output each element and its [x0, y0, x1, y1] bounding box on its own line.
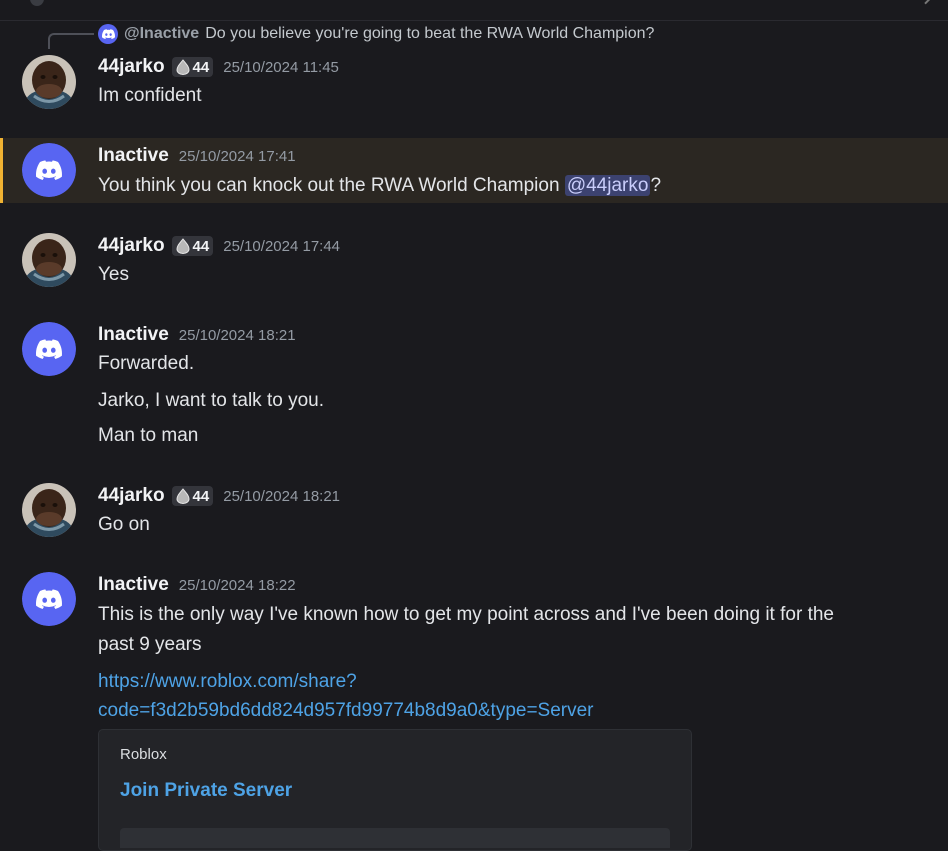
- avatar[interactable]: [22, 572, 76, 626]
- badge-text: 44: [192, 58, 210, 76]
- username[interactable]: Inactive: [98, 324, 169, 346]
- username[interactable]: Inactive: [98, 145, 169, 167]
- message-text-part: You think you can knock out the RWA Worl…: [98, 175, 565, 196]
- avatar[interactable]: [22, 55, 76, 109]
- embed-image-placeholder: [120, 828, 670, 848]
- avatar-partial-icon: [30, 0, 44, 6]
- discord-logo-icon: [22, 143, 76, 197]
- message-header: Inactive 25/10/2024 18:21: [98, 323, 296, 347]
- message-text: Go on: [98, 514, 150, 535]
- avatar[interactable]: [22, 483, 76, 537]
- timestamp[interactable]: 25/10/2024 17:41: [179, 148, 296, 165]
- message-text: Yes: [98, 264, 129, 285]
- message-link[interactable]: https://www.roblox.com/share?: [98, 670, 357, 694]
- user-avatar-icon: [22, 55, 76, 109]
- guild-tag-badge[interactable]: 44: [171, 486, 214, 506]
- message-text: Im confident: [98, 85, 202, 106]
- reply-spine: [48, 33, 94, 49]
- embed-title-link[interactable]: Join Private Server: [120, 780, 292, 802]
- tag-badge-icon: [176, 488, 190, 504]
- message-header: Inactive 25/10/2024 17:41: [98, 144, 296, 168]
- timestamp[interactable]: 25/10/2024 17:44: [223, 238, 340, 255]
- message-text: This is the only way I've known how to g…: [98, 604, 834, 625]
- timestamp[interactable]: 25/10/2024 18:21: [179, 327, 296, 344]
- badge-text: 44: [192, 237, 210, 255]
- user-avatar-icon: [22, 233, 76, 287]
- top-divider: [0, 0, 948, 21]
- discord-logo-icon: [22, 322, 76, 376]
- username[interactable]: 44jarko: [98, 235, 165, 257]
- user-mention[interactable]: @44jarko: [564, 175, 651, 196]
- guild-tag-badge[interactable]: 44: [171, 57, 214, 77]
- message-link[interactable]: code=f3d2b59bd6dd824d957fd99774b8d9a0&ty…: [98, 699, 594, 723]
- message-text: past 9 years: [98, 634, 202, 655]
- timestamp[interactable]: 25/10/2024 11:45: [223, 59, 339, 76]
- message-text: Man to man: [98, 425, 199, 446]
- username[interactable]: 44jarko: [98, 56, 165, 78]
- message-header: 44jarko 44 25/10/2024 18:21: [98, 484, 340, 508]
- message-header: 44jarko 44 25/10/2024 11:45: [98, 55, 339, 79]
- message-header: 44jarko 44 25/10/2024 17:44: [98, 234, 340, 258]
- embed-provider[interactable]: Roblox: [120, 746, 167, 763]
- message-text: Jarko, I want to talk to you.: [98, 390, 324, 411]
- tag-badge-icon: [176, 238, 190, 254]
- link-embed: Roblox Join Private Server: [98, 729, 692, 851]
- user-avatar-icon: [22, 483, 76, 537]
- message-text: Forwarded.: [98, 353, 195, 374]
- reply-preview[interactable]: @Inactive Do you believe you're going to…: [98, 23, 654, 45]
- message-text-part: ?: [650, 175, 662, 196]
- message-text: You think you can knock out the RWA Worl…: [98, 174, 661, 198]
- discord-logo-icon: [98, 24, 118, 44]
- avatar[interactable]: [22, 233, 76, 287]
- timestamp[interactable]: 25/10/2024 18:22: [179, 577, 296, 594]
- timestamp[interactable]: 25/10/2024 18:21: [223, 488, 340, 505]
- username[interactable]: Inactive: [98, 574, 169, 596]
- reply-text[interactable]: Do you believe you're going to beat the …: [205, 25, 654, 43]
- username[interactable]: 44jarko: [98, 485, 165, 507]
- guild-tag-badge[interactable]: 44: [171, 236, 214, 256]
- badge-text: 44: [192, 487, 210, 505]
- avatar[interactable]: [22, 322, 76, 376]
- chevron-icon: [918, 0, 932, 5]
- tag-badge-icon: [176, 59, 190, 75]
- avatar[interactable]: [22, 143, 76, 197]
- reply-author[interactable]: @Inactive: [124, 25, 199, 43]
- discord-logo-icon: [22, 572, 76, 626]
- message-header: Inactive 25/10/2024 18:22: [98, 573, 296, 597]
